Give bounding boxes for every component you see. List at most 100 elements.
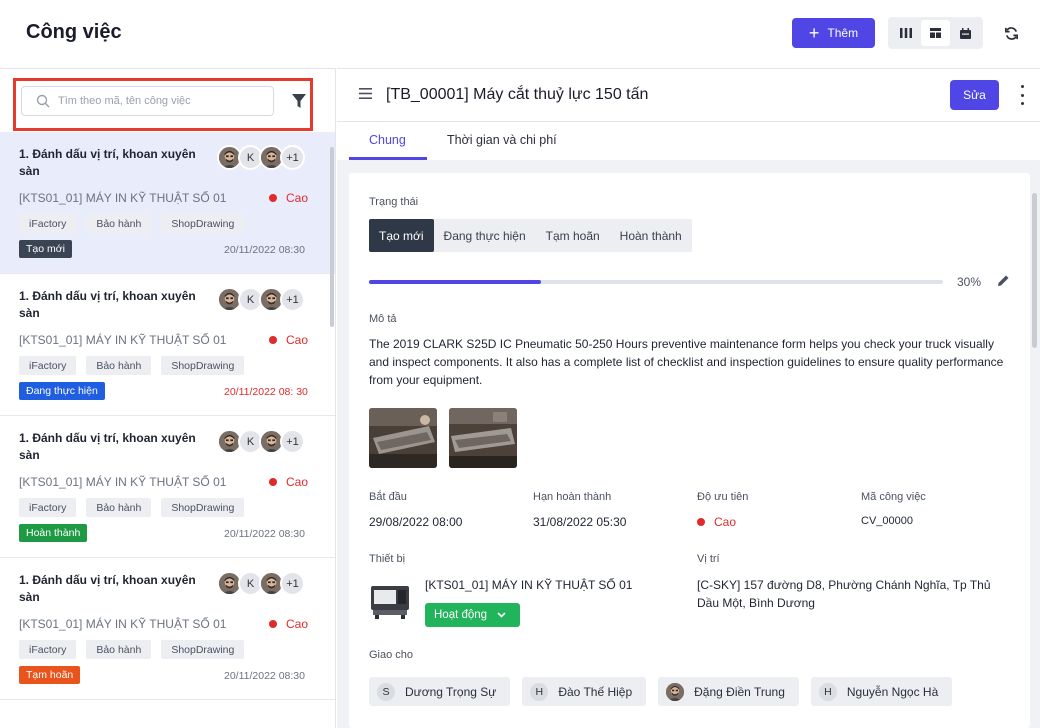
task-device: [KTS01_01] MÁY IN KỸ THUẬT SỐ 01	[19, 191, 227, 205]
board-icon	[930, 28, 941, 38]
hamburger-icon	[359, 88, 372, 99]
search-icon	[36, 94, 50, 108]
add-button[interactable]: + Thêm	[792, 18, 875, 48]
assignee-initial: H	[530, 682, 549, 701]
task-priority-text: Cao	[286, 333, 309, 347]
equipment-thumbnail	[369, 582, 411, 620]
menu-toggle-button[interactable]	[359, 88, 372, 102]
user-photo-icon	[219, 431, 240, 452]
assignee-avatar	[666, 682, 685, 701]
user-photo-icon	[261, 431, 282, 452]
task-tags: iFactory Bảo hành ShopDrawing	[19, 214, 245, 233]
pencil-icon	[998, 275, 1009, 286]
edit-button[interactable]: Sửa	[950, 80, 999, 110]
task-priority-text: Cao	[286, 475, 309, 489]
more-assignees-badge: +1	[280, 145, 305, 170]
task-status-badge: Tạm hoãn	[19, 666, 81, 684]
task-status-badge: Tạo mới	[19, 240, 72, 258]
start-value: 29/08/2022 08:00	[369, 515, 463, 529]
view-columns-button[interactable]	[891, 20, 921, 46]
status-option-paused[interactable]: Tạm hoãn	[536, 219, 610, 252]
view-calendar-button[interactable]	[950, 20, 980, 46]
task-due-date: 20/11/2022 08: 30	[224, 386, 308, 398]
equipment-name: [KTS01_01] MÁY IN KỸ THUẬT SỐ 01	[425, 578, 633, 592]
edit-progress-button[interactable]	[997, 274, 1010, 290]
status-option-done[interactable]: Hoàn thành	[610, 219, 692, 252]
code-label: Mã công việc	[861, 491, 926, 503]
task-avatars: K +1	[217, 571, 305, 596]
task-tag: ShopDrawing	[161, 498, 245, 517]
filter-button[interactable]	[292, 94, 308, 110]
description-text: The 2019 CLARK S25D IC Pneumatic 50-250 …	[369, 337, 1004, 387]
search-box[interactable]	[21, 86, 274, 116]
assignee-chip[interactable]: H Nguyễn Ngọc Hà	[810, 677, 953, 706]
tab-general[interactable]: Chung	[369, 133, 406, 147]
view-board-button[interactable]	[920, 20, 951, 46]
assignee-chip[interactable]: H Đào Thế Hiệp	[522, 677, 647, 706]
priority-dot	[697, 518, 705, 526]
detail-scrollbar[interactable]	[1032, 193, 1037, 348]
page-title: Công việc	[26, 21, 122, 43]
task-tag: Bảo hành	[86, 214, 152, 233]
equipment-label: Thiết bị	[369, 553, 406, 565]
plus-icon: +	[808, 23, 820, 43]
progress-bar	[369, 280, 943, 284]
printer-machine-icon	[371, 586, 409, 619]
task-tags: iFactory Bảo hành ShopDrawing	[19, 640, 245, 659]
list-scrollbar[interactable]	[330, 147, 334, 327]
task-tag: iFactory	[19, 640, 77, 659]
refresh-icon	[1004, 26, 1018, 40]
task-card[interactable]: 1. Đánh dấu vị trí, khoan xuyên sàn K +1 [K…	[0, 558, 335, 700]
assignee-chip[interactable]: S Dương Trọng Sự	[369, 677, 511, 706]
calendar-icon	[959, 27, 971, 39]
user-photo-icon	[261, 147, 282, 168]
equipment-status-dropdown[interactable]: Hoạt động	[425, 603, 520, 627]
task-priority: Cao	[269, 617, 308, 631]
deadline-value: 31/08/2022 05:30	[533, 515, 627, 529]
task-tag: iFactory	[19, 356, 77, 375]
status-option-in-progress[interactable]: Đang thực hiện	[434, 219, 536, 252]
task-priority: Cao	[269, 475, 308, 489]
attachment-thumbnail[interactable]	[449, 408, 517, 468]
search-input[interactable]	[58, 95, 258, 107]
task-title: 1. Đánh dấu vị trí, khoan xuyên sàn	[19, 147, 196, 178]
refresh-button[interactable]	[998, 20, 1024, 46]
task-list-panel: 1. Đánh dấu vị trí, khoan xuyên sàn K+1 [K…	[0, 68, 336, 728]
detail-title: [TB_00001] Máy cắt thuỷ lực 150 tấn	[386, 86, 649, 103]
task-tag: Bảo hành	[86, 640, 152, 659]
start-label: Bắt đầu	[369, 491, 407, 503]
priority-dot	[269, 620, 277, 628]
user-photo-icon	[666, 682, 685, 701]
task-title: 1. Đánh dấu vị trí, khoan xuyên sàn	[19, 289, 196, 320]
task-tags: iFactory Bảo hành ShopDrawing	[19, 356, 245, 375]
attachment-thumbnail[interactable]	[369, 408, 437, 468]
task-avatars: K +1	[217, 145, 305, 170]
more-options-button[interactable]	[1017, 85, 1027, 105]
detail-content: Trạng thái Tạo mới Đang thực hiện Tạm ho…	[349, 173, 1030, 728]
assignee-list: S Dương Trọng Sự H Đào Thế Hiệp Đặng Điền Tr…	[369, 677, 953, 706]
task-status-badge: Hoàn thành	[19, 524, 88, 542]
location-label: Vị trí	[697, 553, 720, 565]
priority-label: Độ ưu tiên	[697, 491, 749, 503]
status-label: Trạng thái	[369, 196, 419, 208]
detail-header: [TB_00001] Máy cắt thuỷ lực 150 tấn Sửa	[337, 68, 1040, 122]
priority-dot	[269, 336, 277, 344]
task-card[interactable]: 1. Đánh dấu vị trí, khoan xuyên sàn K +1 [K…	[0, 132, 335, 274]
assignee-chip[interactable]: Đặng Điền Trung	[658, 677, 799, 706]
task-device: [KTS01_01] MÁY IN KỸ THUẬT SỐ 01	[19, 617, 227, 631]
task-tag: iFactory	[19, 214, 77, 233]
tab-time-cost[interactable]: Thời gian và chi phí	[447, 133, 557, 147]
user-photo-icon	[219, 147, 240, 168]
assignee-initial: H	[818, 682, 837, 701]
task-priority-text: Cao	[286, 191, 309, 205]
chevron-down-icon	[497, 612, 506, 618]
task-tag: Bảo hành	[86, 498, 152, 517]
machine-photo-icon	[369, 408, 437, 468]
task-card[interactable]: 1. Đánh dấu vị trí, khoan xuyên sàn K +1 [K…	[0, 416, 335, 558]
assignee-label: Giao cho	[369, 649, 414, 661]
task-card[interactable]: 1. Đánh dấu vị trí, khoan xuyên sàn K +1 [K…	[0, 274, 335, 416]
top-header: Công việc + Thêm	[0, 0, 1040, 68]
status-option-new[interactable]: Tạo mới	[369, 219, 434, 252]
progress-percent: 30%	[957, 275, 982, 289]
task-title: 1. Đánh dấu vị trí, khoan xuyên sàn	[19, 573, 196, 604]
